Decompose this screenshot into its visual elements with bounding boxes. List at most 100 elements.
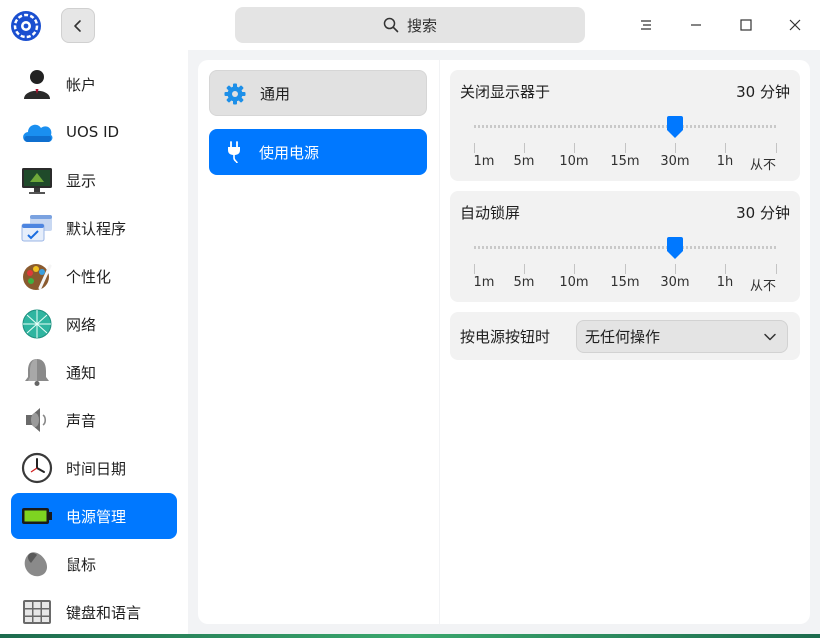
- sidebar-item-notification[interactable]: 通知: [11, 349, 177, 395]
- sidebar-item-label: 声音: [66, 411, 97, 430]
- keyboard-icon: [23, 600, 51, 624]
- close-icon: [789, 19, 801, 31]
- sidebar-item-personalization[interactable]: 个性化: [11, 253, 177, 299]
- auto-lock-slider-handle[interactable]: [665, 236, 685, 260]
- control-center-logo-icon: [10, 10, 42, 42]
- monitor-off-slider-handle[interactable]: [665, 115, 685, 139]
- slider-tick: [675, 264, 676, 274]
- slider-tick: [625, 143, 626, 153]
- sidebar: 帐户 UOS ID 显示 默认程序 个性化 网络 通知 声音 时间日期 电源管理…: [0, 50, 188, 634]
- display-icon: [22, 168, 52, 194]
- slider-tick: [675, 143, 676, 153]
- minimize-icon: [691, 24, 701, 26]
- slider-tick-label: 1m: [473, 154, 495, 169]
- sidebar-item-label: 通知: [66, 363, 97, 382]
- menu-icon: [641, 20, 651, 30]
- account-icon: [24, 70, 50, 99]
- slider-tick-label: 1h: [716, 154, 734, 169]
- sidebar-item-network[interactable]: 网络: [11, 301, 177, 347]
- monitor-off-card: 关闭显示器于 30 分钟 1m 5m 10m 15m 30m 1h 从不: [450, 70, 800, 181]
- search-icon: [383, 17, 399, 33]
- slider-tick: [524, 264, 525, 274]
- taskbar-edge: [0, 634, 820, 638]
- power-button-card: 按电源按钮时 无任何操作: [450, 312, 800, 360]
- close-button[interactable]: [783, 13, 807, 37]
- slider-tick-label: 30m: [660, 154, 690, 169]
- settings-panel: 关闭显示器于 30 分钟 1m 5m 10m 15m 30m 1h 从不 自动锁…: [440, 60, 810, 624]
- bell-icon: [25, 359, 49, 386]
- chevron-down-icon: [764, 333, 776, 341]
- back-button[interactable]: [61, 8, 95, 43]
- auto-lock-value: 30 分钟: [736, 204, 790, 222]
- auto-lock-title: 自动锁屏: [460, 204, 521, 222]
- clock-icon: [21, 452, 53, 484]
- maximize-icon: [740, 19, 752, 31]
- power-plug-icon: [228, 141, 240, 163]
- power-button-title: 按电源按钮时: [460, 328, 551, 346]
- slider-tick: [776, 143, 777, 153]
- slider-tick: [524, 143, 525, 153]
- sidebar-item-default-apps[interactable]: 默认程序: [11, 205, 177, 251]
- slider-tick: [574, 143, 575, 153]
- slider-tick: [474, 143, 475, 153]
- sidebar-item-label: 帐户: [66, 75, 97, 94]
- slider-tick: [725, 143, 726, 153]
- sidebar-item-sound[interactable]: 声音: [11, 397, 177, 443]
- speaker-icon: [26, 408, 47, 432]
- monitor-off-title: 关闭显示器于: [460, 83, 551, 101]
- menu-button[interactable]: [634, 13, 658, 37]
- sidebar-item-uos-id[interactable]: UOS ID: [11, 109, 177, 155]
- sidebar-item-label: 网络: [66, 315, 97, 334]
- sidebar-item-datetime[interactable]: 时间日期: [11, 445, 177, 491]
- slider-tick-label: 30m: [660, 275, 690, 290]
- slider-tick-label: 15m: [610, 154, 640, 169]
- auto-lock-card: 自动锁屏 30 分钟 1m 5m 10m 15m 30m 1h 从不: [450, 191, 800, 302]
- slider-tick: [776, 264, 777, 274]
- slider-tick-label: 5m: [513, 154, 535, 169]
- minimize-button[interactable]: [684, 13, 708, 37]
- sidebar-item-label: 键盘和语言: [66, 603, 142, 622]
- slider-tick-label: 从不: [749, 158, 777, 173]
- auto-lock-slider[interactable]: [474, 246, 776, 249]
- slider-tick: [725, 264, 726, 274]
- sidebar-item-label: 默认程序: [66, 219, 127, 238]
- slider-tick: [625, 264, 626, 274]
- slider-tick-label: 5m: [513, 275, 535, 290]
- subnav-item-general[interactable]: 通用: [209, 70, 427, 116]
- network-icon: [22, 309, 52, 339]
- cloud-icon: [23, 124, 53, 142]
- sidebar-item-mouse[interactable]: 鼠标: [11, 541, 177, 587]
- sidebar-item-label: 鼠标: [66, 555, 97, 574]
- mouse-icon: [24, 552, 48, 577]
- slider-tick: [574, 264, 575, 274]
- subnav-item-battery[interactable]: 使用电源: [209, 129, 427, 175]
- maximize-button[interactable]: [734, 13, 758, 37]
- monitor-off-value: 30 分钟: [736, 83, 790, 101]
- sidebar-item-account[interactable]: 帐户: [11, 61, 177, 107]
- search-input[interactable]: 搜索: [235, 7, 585, 43]
- slider-tick-label: 从不: [749, 279, 777, 294]
- sidebar-item-keyboard[interactable]: 键盘和语言: [11, 589, 177, 634]
- default-apps-icon: [21, 215, 52, 242]
- sidebar-item-label: UOS ID: [66, 123, 120, 141]
- palette-icon: [23, 264, 52, 290]
- title-bar: 搜索: [0, 0, 820, 50]
- sidebar-item-label: 电源管理: [66, 507, 127, 526]
- slider-tick-label: 15m: [610, 275, 640, 290]
- sidebar-item-label: 时间日期: [66, 459, 127, 478]
- chevron-left-icon: [74, 19, 81, 32]
- slider-tick-label: 10m: [559, 154, 589, 169]
- subnav-panel: 通用 使用电源: [198, 60, 439, 624]
- slider-tick-label: 10m: [559, 275, 589, 290]
- sidebar-item-display[interactable]: 显示: [11, 157, 177, 203]
- power-button-action-select[interactable]: 无任何操作: [576, 320, 788, 353]
- monitor-off-slider[interactable]: [474, 125, 776, 128]
- subnav-battery-label: 使用电源: [259, 143, 320, 162]
- power-button-action-value: 无任何操作: [585, 328, 661, 346]
- battery-icon: [22, 508, 52, 524]
- sidebar-item-power[interactable]: 电源管理: [11, 493, 177, 539]
- gear-icon: [224, 83, 246, 105]
- sidebar-item-label: 显示: [66, 171, 97, 190]
- search-placeholder: 搜索: [406, 16, 437, 35]
- subnav-general-label: 通用: [260, 84, 291, 103]
